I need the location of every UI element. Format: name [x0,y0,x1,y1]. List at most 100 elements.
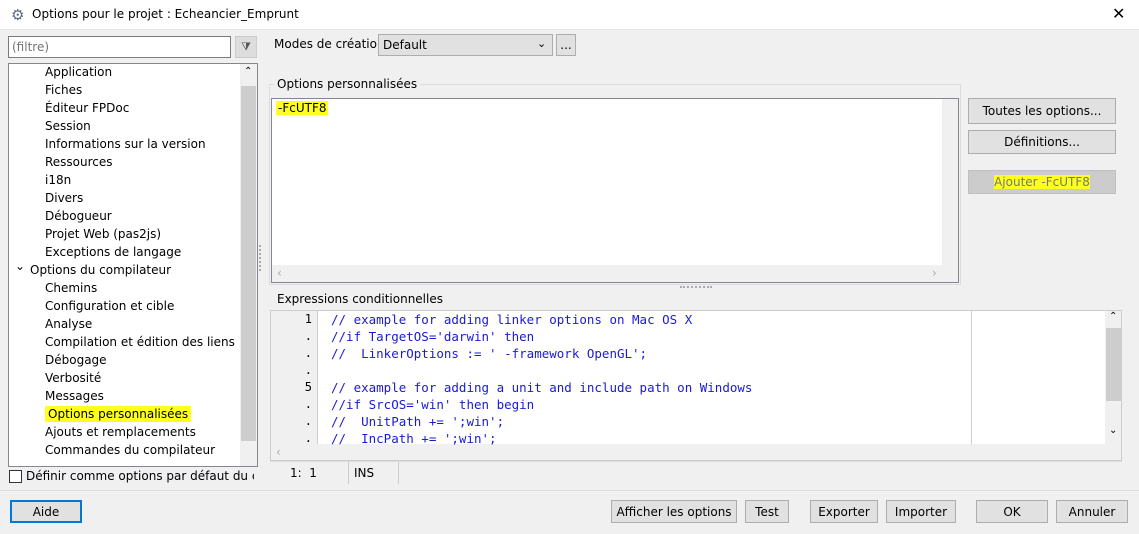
tree-item-label: Configuration et cible [45,299,175,313]
scroll-up-icon[interactable]: ⌃ [1109,311,1117,322]
build-mode-value: Default [383,38,427,52]
clear-filter-button[interactable]: ⧩ [235,36,257,58]
status-bar: 1: 1 INS [270,461,1122,484]
line-number: . [304,397,312,411]
tree-item-label: Fiches [45,83,83,97]
scroll-down-icon[interactable]: ⌄ [1109,425,1117,436]
tree-item[interactable]: Options personnalisées [45,405,192,423]
tree-item[interactable]: Configuration et cible [45,297,174,315]
tree-item-label: Éditeur FPDoc [45,101,130,115]
expand-chevron-icon[interactable]: ⌄ [15,257,25,275]
tree-item[interactable]: Débogueur [45,207,112,225]
right-margin [971,311,972,444]
help-button[interactable]: Aide [10,500,82,523]
line-number: . [304,414,312,428]
test-button[interactable]: Test [745,500,789,523]
splitter-handle[interactable] [680,286,712,290]
scroll-thumb[interactable] [1106,328,1121,401]
tree-item-label: Commandes du compilateur [45,443,216,457]
tree-item[interactable]: Fiches [45,81,82,99]
scroll-thumb[interactable] [241,86,256,441]
title-bar: ⚙ Options pour le projet : Echeancier_Em… [0,0,1139,30]
custom-options-title: Options personnalisées [274,77,421,91]
conditionals-title: Expressions conditionnelles [277,292,443,306]
close-icon[interactable]: ✕ [1112,4,1125,23]
tree-item[interactable]: i18n [45,171,71,189]
scroll-up-icon[interactable]: ⌃ [244,66,252,77]
scroll-left-icon[interactable]: ‹ [276,445,281,459]
tree-item-label: Compilation et édition des liens [45,335,235,349]
tree-item-label: i18n [45,173,72,187]
all-options-button[interactable]: Toutes les options... [968,98,1116,124]
tree-item-label: Divers [45,191,84,205]
cancel-button[interactable]: Annuler [1056,500,1128,523]
tree-item-label: Débogueur [45,209,112,223]
tree-item[interactable]: ⌄ Options du compilateur [15,259,172,279]
scroll-right-icon[interactable]: › [932,266,937,280]
options-tree: Application Fiches Éditeur FPDoc Session Inf… [8,63,258,467]
tree-item-label: Exceptions de langage [45,245,182,259]
code-line: //if TargetOS='darwin' then [331,329,535,344]
checkbox-label: Définir comme options par défaut du comp [26,469,254,483]
build-mode-select[interactable]: Default ⌄ [378,34,553,56]
editor-vscrollbar[interactable]: ⌃ ⌄ [1105,311,1121,444]
build-mode-label: Modes de création [274,37,385,51]
tree-item[interactable]: Exceptions de langage [45,243,181,261]
memo-vscrollbar[interactable] [942,99,958,265]
line-number: 1 [304,312,312,326]
tree-item-label: Informations sur la version [45,137,206,151]
import-button[interactable]: Importer [886,500,956,523]
code-line: // example for adding a unit and include… [331,380,753,395]
line-number: . [304,329,312,343]
show-options-button[interactable]: Afficher les options [611,500,737,523]
tree-item[interactable]: Éditeur FPDoc [45,99,129,117]
line-number: . [304,346,312,360]
tree-item[interactable]: Ajouts et remplacements [45,423,196,441]
memo-hscrollbar[interactable]: ‹ › [272,265,958,282]
add-fcutf8-label: Ajouter -FcUTF8 [994,175,1090,189]
custom-options-memo[interactable]: -FcUTF8 ‹ › [271,98,959,283]
tree-item[interactable]: Commandes du compilateur [45,441,215,459]
ok-button[interactable]: OK [976,500,1048,523]
tree-item[interactable]: Divers [45,189,83,207]
add-fcutf8-button[interactable]: Ajouter -FcUTF8 [968,170,1116,194]
defines-button[interactable]: Définitions... [968,130,1116,154]
checkbox[interactable] [9,470,22,483]
build-mode-more-button[interactable]: ... [556,34,576,56]
tree-item-label: Options personnalisées [45,406,192,422]
chevron-down-icon: ⌄ [537,37,547,50]
tree-item-label: Verbosité [45,371,102,385]
line-number: . [304,363,312,377]
window-title: Options pour le projet : Echeancier_Empr… [32,7,299,21]
tree-item[interactable]: Application [45,64,113,81]
vertical-splitter[interactable] [259,245,263,271]
code-line: // UnitPath += ';win'; [331,414,505,429]
tree-item-label: Ajouts et remplacements [45,425,196,439]
tree-item[interactable]: Projet Web (pas2js) [45,225,161,243]
custom-options-text: -FcUTF8 [276,101,329,115]
line-number: . [304,431,312,445]
code-line: // LinkerOptions := ' -framework OpenGL'… [331,346,648,361]
tree-item[interactable]: Compilation et édition des liens [45,333,235,351]
tree-item[interactable]: Session [45,117,91,135]
tree-item-label: Débogage [45,353,107,367]
scroll-left-icon[interactable]: ‹ [277,266,282,280]
tree-scrollbar[interactable]: ⌃ [240,64,257,466]
export-button[interactable]: Exporter [810,500,878,523]
tree-item[interactable]: Ressources [45,153,113,171]
filter-input[interactable] [8,36,231,58]
tree-item[interactable]: Débogage [45,351,107,369]
insert-mode: INS [354,466,375,480]
tree-item[interactable]: Messages [45,387,104,405]
tree-item-label: Options du compilateur [30,263,172,277]
tree-item[interactable]: Verbosité [45,369,101,387]
tree-item[interactable]: Analyse [45,315,92,333]
gear-icon: ⚙ [11,6,25,24]
tree-item-label: Application [45,65,113,79]
line-number: 5 [304,380,312,394]
tree-item[interactable]: Chemins [45,279,97,297]
tree-item-label: Messages [45,389,104,403]
default-options-checkbox[interactable]: Définir comme options par défaut du comp [9,469,254,485]
code-line: //if SrcOS='win' then begin [331,397,535,412]
tree-item[interactable]: Informations sur la version [45,135,206,153]
